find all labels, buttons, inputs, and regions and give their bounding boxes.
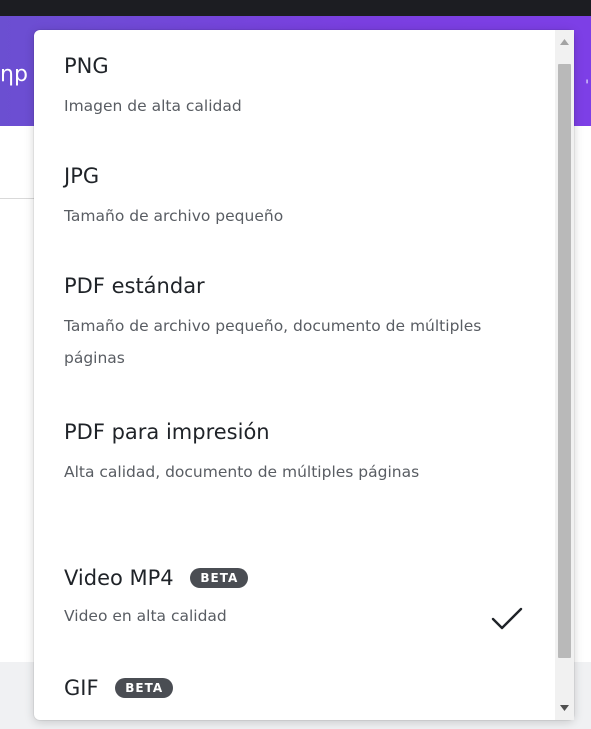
file-type-dropdown[interactable]: PNG Imagen de alta calidad JPG Tamaño de… (34, 30, 574, 720)
option-title: PDF estándar (64, 274, 205, 298)
app-top-bar (0, 0, 591, 16)
scrollbar-thumb[interactable] (558, 64, 571, 658)
file-type-option-pdf-standard[interactable]: PDF estándar Tamaño de archivo pequeño, … (34, 248, 554, 398)
option-title: Video MP4 BETA (64, 564, 249, 592)
beta-badge: BETA (115, 678, 174, 698)
dropdown-scrollbar[interactable] (555, 30, 574, 720)
scroll-up-arrow-icon[interactable] (555, 30, 574, 54)
background-header-mark: ' (585, 78, 589, 94)
file-type-option-gif[interactable]: GIF BETA (34, 658, 554, 720)
option-description: Imagen de alta calidad (64, 97, 242, 115)
option-description: Tamaño de archivo pequeño (64, 207, 284, 225)
file-type-option-jpg[interactable]: JPG Tamaño de archivo pequeño (34, 138, 554, 248)
file-type-option-png[interactable]: PNG Imagen de alta calidad (34, 30, 554, 138)
option-description: Tamaño de archivo pequeño, documento de … (64, 317, 482, 367)
background-divider (0, 198, 34, 199)
scroll-down-arrow-icon[interactable] (555, 696, 574, 720)
file-type-option-video-mp4[interactable]: Video MP4 BETA Video en alta calidad (34, 546, 554, 658)
checkmark-icon (491, 607, 523, 630)
background-header-text: ηp (0, 62, 28, 87)
option-title-text: Video MP4 (64, 566, 174, 590)
file-type-option-pdf-print[interactable]: PDF para impresión Alta calidad, documen… (34, 398, 554, 546)
option-description: Video en alta calidad (64, 607, 227, 625)
option-title-text: GIF (64, 676, 99, 700)
option-title: PDF para impresión (64, 420, 270, 444)
option-title: JPG (64, 164, 100, 188)
option-description: Alta calidad, documento de múltiples pág… (64, 463, 420, 481)
option-title: PNG (64, 54, 109, 78)
option-title: GIF BETA (64, 674, 174, 702)
beta-badge: BETA (190, 568, 249, 588)
